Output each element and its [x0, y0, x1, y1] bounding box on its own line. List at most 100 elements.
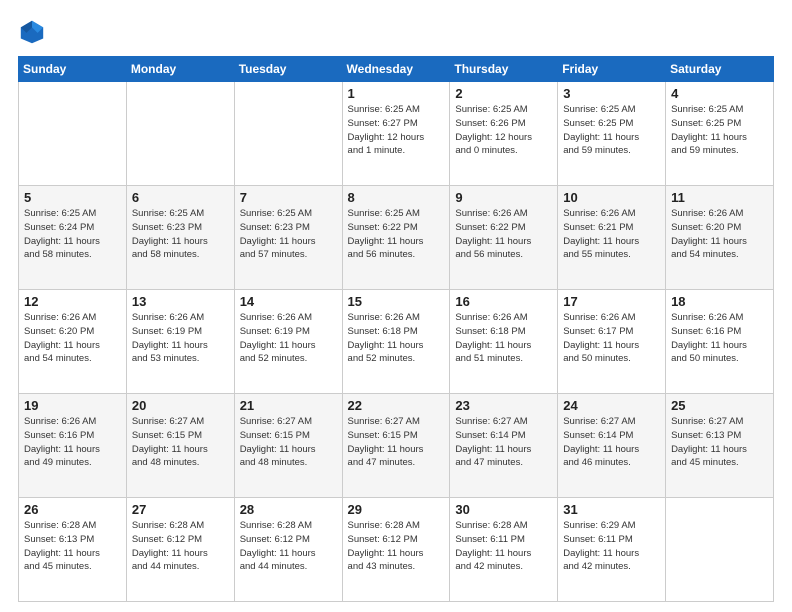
day-info: Sunrise: 6:27 AM Sunset: 6:14 PM Dayligh… — [455, 415, 552, 470]
day-info: Sunrise: 6:25 AM Sunset: 6:25 PM Dayligh… — [671, 103, 768, 158]
day-info: Sunrise: 6:28 AM Sunset: 6:11 PM Dayligh… — [455, 519, 552, 574]
day-info: Sunrise: 6:25 AM Sunset: 6:24 PM Dayligh… — [24, 207, 121, 262]
calendar-week-row: 12Sunrise: 6:26 AM Sunset: 6:20 PM Dayli… — [19, 290, 774, 394]
day-info: Sunrise: 6:28 AM Sunset: 6:12 PM Dayligh… — [348, 519, 445, 574]
calendar-cell: 5 Sunrise: 6:25 AM Sunset: 6:24 PM Daylig… — [19, 186, 127, 290]
calendar-cell: 7Sunrise: 6:25 AM Sunset: 6:23 PM Daylig… — [234, 186, 342, 290]
calendar-cell: 20 Sunrise: 6:27 AM Sunset: 6:15 PM Dayli… — [126, 394, 234, 498]
calendar-day-header: Friday — [558, 57, 666, 82]
day-info: Sunrise: 6:26 AM Sunset: 6:22 PM Dayligh… — [455, 207, 552, 262]
calendar-cell: 14 Sunrise: 6:26 AM Sunset: 6:19 PM Dayli… — [234, 290, 342, 394]
day-info: Sunrise: 6:27 AM Sunset: 6:15 PM Dayligh… — [132, 415, 229, 470]
calendar-day-header: Wednesday — [342, 57, 450, 82]
day-number: 16 — [455, 294, 552, 309]
calendar-cell: 6Sunrise: 6:25 AM Sunset: 6:23 PM Daylig… — [126, 186, 234, 290]
calendar-cell — [126, 82, 234, 186]
day-number: 23 — [455, 398, 552, 413]
day-info: Sunrise: 6:25 AM Sunset: 6:27 PM Dayligh… — [348, 103, 445, 158]
calendar-cell: 17 Sunrise: 6:26 AM Sunset: 6:17 PM Dayli… — [558, 290, 666, 394]
calendar-day-header: Saturday — [666, 57, 774, 82]
calendar-cell: 29 Sunrise: 6:28 AM Sunset: 6:12 PM Dayli… — [342, 498, 450, 602]
calendar-cell: 24 Sunrise: 6:27 AM Sunset: 6:14 PM Dayli… — [558, 394, 666, 498]
day-info: Sunrise: 6:29 AM Sunset: 6:11 PM Dayligh… — [563, 519, 660, 574]
calendar-cell — [666, 498, 774, 602]
calendar-cell: 19 Sunrise: 6:26 AM Sunset: 6:16 PM Dayli… — [19, 394, 127, 498]
day-number: 29 — [348, 502, 445, 517]
day-info: Sunrise: 6:25 AM Sunset: 6:22 PM Dayligh… — [348, 207, 445, 262]
calendar-day-header: Tuesday — [234, 57, 342, 82]
calendar-cell: 11 Sunrise: 6:26 AM Sunset: 6:20 PM Dayli… — [666, 186, 774, 290]
day-number: 9 — [455, 190, 552, 205]
calendar-day-header: Monday — [126, 57, 234, 82]
calendar-week-row: 19 Sunrise: 6:26 AM Sunset: 6:16 PM Dayli… — [19, 394, 774, 498]
day-info: Sunrise: 6:27 AM Sunset: 6:13 PM Dayligh… — [671, 415, 768, 470]
calendar-cell: 21 Sunrise: 6:27 AM Sunset: 6:15 PM Dayli… — [234, 394, 342, 498]
day-number: 8 — [348, 190, 445, 205]
day-number: 31 — [563, 502, 660, 517]
day-info: Sunrise: 6:25 AM Sunset: 6:26 PM Dayligh… — [455, 103, 552, 158]
page: SundayMondayTuesdayWednesdayThursdayFrid… — [0, 0, 792, 612]
calendar-cell: 31 Sunrise: 6:29 AM Sunset: 6:11 PM Dayli… — [558, 498, 666, 602]
calendar-cell — [234, 82, 342, 186]
day-number: 15 — [348, 294, 445, 309]
calendar-cell: 10Sunrise: 6:26 AM Sunset: 6:21 PM Dayli… — [558, 186, 666, 290]
calendar-cell: 23 Sunrise: 6:27 AM Sunset: 6:14 PM Dayli… — [450, 394, 558, 498]
calendar-cell: 30 Sunrise: 6:28 AM Sunset: 6:11 PM Dayli… — [450, 498, 558, 602]
day-number: 14 — [240, 294, 337, 309]
day-number: 11 — [671, 190, 768, 205]
day-number: 20 — [132, 398, 229, 413]
calendar-header-row: SundayMondayTuesdayWednesdayThursdayFrid… — [19, 57, 774, 82]
calendar-cell: 1 Sunrise: 6:25 AM Sunset: 6:27 PM Daylig… — [342, 82, 450, 186]
calendar-cell: 28Sunrise: 6:28 AM Sunset: 6:12 PM Dayli… — [234, 498, 342, 602]
day-info: Sunrise: 6:26 AM Sunset: 6:19 PM Dayligh… — [240, 311, 337, 366]
day-number: 21 — [240, 398, 337, 413]
day-number: 4 — [671, 86, 768, 101]
calendar-week-row: 5 Sunrise: 6:25 AM Sunset: 6:24 PM Daylig… — [19, 186, 774, 290]
day-number: 10 — [563, 190, 660, 205]
day-number: 24 — [563, 398, 660, 413]
day-number: 19 — [24, 398, 121, 413]
day-number: 22 — [348, 398, 445, 413]
header — [18, 18, 774, 46]
day-info: Sunrise: 6:25 AM Sunset: 6:25 PM Dayligh… — [563, 103, 660, 158]
day-number: 18 — [671, 294, 768, 309]
day-number: 28 — [240, 502, 337, 517]
calendar-week-row: 26Sunrise: 6:28 AM Sunset: 6:13 PM Dayli… — [19, 498, 774, 602]
calendar-cell: 8 Sunrise: 6:25 AM Sunset: 6:22 PM Daylig… — [342, 186, 450, 290]
day-number: 6 — [132, 190, 229, 205]
logo-icon — [18, 18, 46, 46]
calendar-cell: 25 Sunrise: 6:27 AM Sunset: 6:13 PM Dayli… — [666, 394, 774, 498]
day-number: 1 — [348, 86, 445, 101]
day-number: 12 — [24, 294, 121, 309]
day-info: Sunrise: 6:26 AM Sunset: 6:17 PM Dayligh… — [563, 311, 660, 366]
calendar-cell: 2 Sunrise: 6:25 AM Sunset: 6:26 PM Daylig… — [450, 82, 558, 186]
logo — [18, 18, 50, 46]
day-info: Sunrise: 6:27 AM Sunset: 6:15 PM Dayligh… — [240, 415, 337, 470]
day-number: 2 — [455, 86, 552, 101]
calendar-cell: 4 Sunrise: 6:25 AM Sunset: 6:25 PM Daylig… — [666, 82, 774, 186]
day-info: Sunrise: 6:27 AM Sunset: 6:14 PM Dayligh… — [563, 415, 660, 470]
calendar-cell: 9 Sunrise: 6:26 AM Sunset: 6:22 PM Daylig… — [450, 186, 558, 290]
day-number: 30 — [455, 502, 552, 517]
calendar-week-row: 1 Sunrise: 6:25 AM Sunset: 6:27 PM Daylig… — [19, 82, 774, 186]
day-number: 17 — [563, 294, 660, 309]
day-info: Sunrise: 6:28 AM Sunset: 6:13 PM Dayligh… — [24, 519, 121, 574]
day-number: 5 — [24, 190, 121, 205]
calendar-cell — [19, 82, 127, 186]
day-info: Sunrise: 6:26 AM Sunset: 6:20 PM Dayligh… — [671, 207, 768, 262]
day-info: Sunrise: 6:26 AM Sunset: 6:16 PM Dayligh… — [24, 415, 121, 470]
day-info: Sunrise: 6:27 AM Sunset: 6:15 PM Dayligh… — [348, 415, 445, 470]
calendar-cell: 12Sunrise: 6:26 AM Sunset: 6:20 PM Dayli… — [19, 290, 127, 394]
calendar-day-header: Thursday — [450, 57, 558, 82]
day-info: Sunrise: 6:25 AM Sunset: 6:23 PM Dayligh… — [240, 207, 337, 262]
day-number: 25 — [671, 398, 768, 413]
calendar-cell: 13 Sunrise: 6:26 AM Sunset: 6:19 PM Dayli… — [126, 290, 234, 394]
day-info: Sunrise: 6:26 AM Sunset: 6:18 PM Dayligh… — [348, 311, 445, 366]
day-number: 27 — [132, 502, 229, 517]
day-info: Sunrise: 6:28 AM Sunset: 6:12 PM Dayligh… — [132, 519, 229, 574]
day-info: Sunrise: 6:26 AM Sunset: 6:16 PM Dayligh… — [671, 311, 768, 366]
day-number: 13 — [132, 294, 229, 309]
day-info: Sunrise: 6:26 AM Sunset: 6:19 PM Dayligh… — [132, 311, 229, 366]
calendar-cell: 15 Sunrise: 6:26 AM Sunset: 6:18 PM Dayli… — [342, 290, 450, 394]
calendar-cell: 16Sunrise: 6:26 AM Sunset: 6:18 PM Dayli… — [450, 290, 558, 394]
